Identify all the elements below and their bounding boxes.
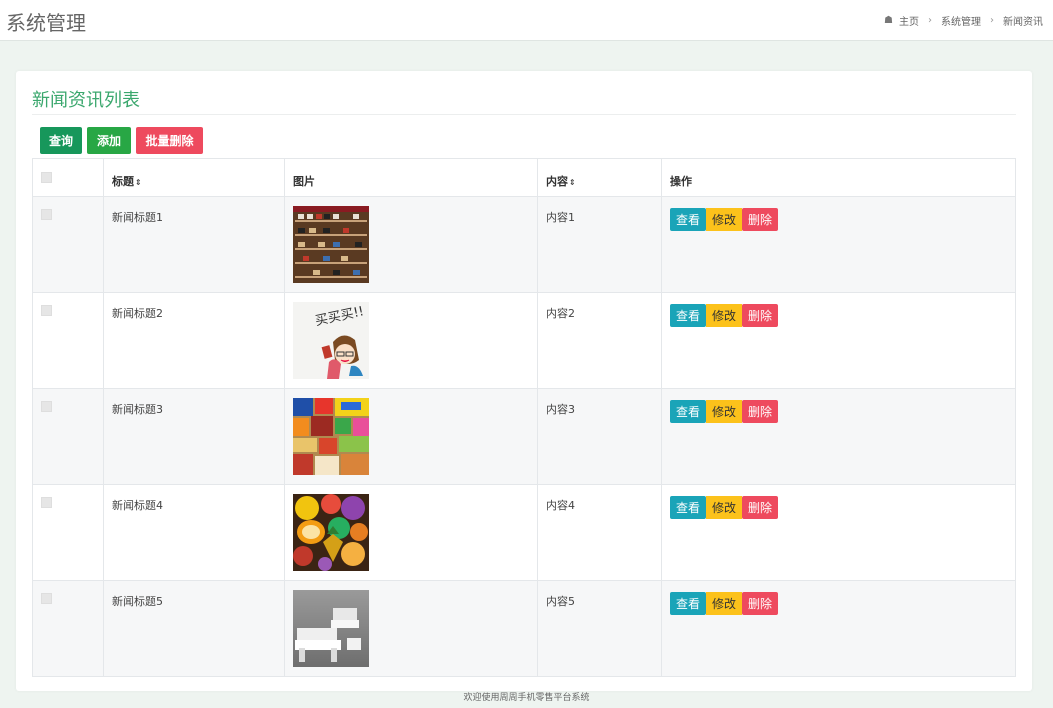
home-icon: ☗ (884, 15, 893, 26)
row-checkbox[interactable] (41, 593, 52, 604)
sort-icon[interactable]: ⇕ (135, 178, 142, 187)
header-title[interactable]: 标题⇕ (103, 158, 285, 197)
delete-button[interactable]: 删除 (742, 496, 779, 519)
breadcrumb-system[interactable]: 系统管理 (941, 13, 981, 28)
footer-text: 欢迎使用周周手机零售平台系统 (463, 693, 590, 703)
card-title: 新闻资讯列表 (32, 90, 140, 111)
top-bar: 系统管理 ☗ 主页 › 系统管理 › 新闻资讯 (0, 0, 1053, 41)
news-thumbnail-fruits[interactable] (293, 494, 369, 571)
row-checkbox[interactable] (41, 209, 52, 220)
table-row: 新闻标题3 内容3 查看 修改 删除 (32, 388, 1016, 485)
news-thumbnail-shoe-shelf[interactable] (293, 206, 369, 283)
row-content: 内容3 (537, 388, 662, 485)
row-content: 内容1 (537, 196, 662, 293)
view-button[interactable]: 查看 (670, 208, 707, 231)
chevron-right-icon: › (928, 15, 932, 26)
query-button[interactable]: 查询 (40, 127, 82, 154)
row-title: 新闻标题2 (103, 292, 285, 389)
edit-button[interactable]: 修改 (706, 400, 743, 423)
row-content: 内容2 (537, 292, 662, 389)
page-title: 系统管理 (6, 11, 86, 35)
table-row: 新闻标题1 内容1 查看 修改 删除 (32, 196, 1016, 293)
delete-button[interactable]: 删除 (742, 400, 779, 423)
header-actions: 操作 (661, 158, 1016, 197)
header-select (32, 158, 104, 197)
row-title: 新闻标题4 (103, 484, 285, 581)
view-button[interactable]: 查看 (670, 592, 707, 615)
news-list-card: 新闻资讯列表 查询 添加 批量删除 标题⇕ 图片 内容⇕ 操作 新闻标题1 内容… (16, 71, 1032, 691)
view-button[interactable]: 查看 (670, 304, 707, 327)
title-divider (32, 114, 1016, 115)
delete-button[interactable]: 删除 (742, 592, 779, 615)
edit-button[interactable]: 修改 (706, 592, 743, 615)
breadcrumb-news: 新闻资讯 (1003, 17, 1043, 28)
delete-button[interactable]: 删除 (742, 304, 779, 327)
header-image: 图片 (284, 158, 538, 197)
edit-button[interactable]: 修改 (706, 496, 743, 519)
table-header-row: 标题⇕ 图片 内容⇕ 操作 (32, 158, 1016, 197)
row-content: 内容5 (537, 580, 662, 677)
sort-icon[interactable]: ⇕ (569, 178, 576, 187)
edit-button[interactable]: 修改 (706, 208, 743, 231)
batch-delete-button[interactable]: 批量删除 (136, 127, 203, 154)
breadcrumb-home[interactable]: 主页 (899, 13, 919, 28)
news-table: 标题⇕ 图片 内容⇕ 操作 新闻标题1 内容1 查看 修改 删除 新闻标题2 买… (32, 158, 1016, 677)
news-thumbnail-snacks[interactable] (293, 398, 369, 475)
table-row: 新闻标题2 买买买!! 内容2 查看 修改 删除 (32, 292, 1016, 389)
view-button[interactable]: 查看 (670, 496, 707, 519)
row-content: 内容4 (537, 484, 662, 581)
row-checkbox[interactable] (41, 401, 52, 412)
news-thumbnail-sofas[interactable] (293, 590, 369, 667)
row-checkbox[interactable] (41, 497, 52, 508)
edit-button[interactable]: 修改 (706, 304, 743, 327)
view-button[interactable]: 查看 (670, 400, 707, 423)
select-all-checkbox[interactable] (41, 172, 52, 183)
header-content[interactable]: 内容⇕ (537, 158, 662, 197)
chevron-right-icon: › (990, 15, 994, 26)
breadcrumb: ☗ 主页 › 系统管理 › 新闻资讯 (884, 13, 1043, 28)
row-title: 新闻标题3 (103, 388, 285, 485)
table-row: 新闻标题5 内容5 查看 修改 删除 (32, 580, 1016, 677)
add-button[interactable]: 添加 (87, 127, 131, 154)
row-title: 新闻标题1 (103, 196, 285, 293)
table-row: 新闻标题4 内容4 查看 修改 删除 (32, 484, 1016, 581)
delete-button[interactable]: 删除 (742, 208, 779, 231)
news-thumbnail-cartoon[interactable]: 买买买!! (293, 302, 369, 379)
row-title: 新闻标题5 (103, 580, 285, 677)
row-checkbox[interactable] (41, 305, 52, 316)
